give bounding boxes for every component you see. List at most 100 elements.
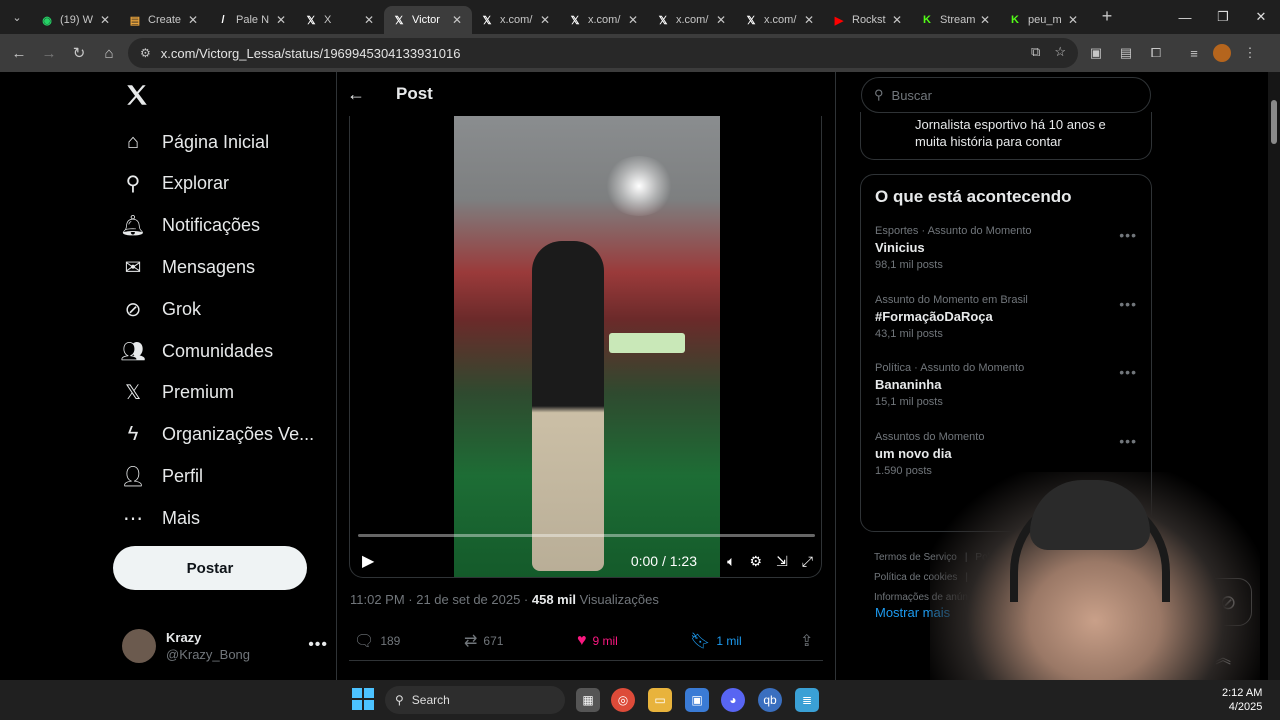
scrollbar-thumb[interactable] — [1271, 100, 1277, 144]
close-tab-icon[interactable]: ✕ — [538, 13, 552, 27]
x-logo-icon[interactable] — [124, 82, 150, 108]
chrome-icon[interactable]: ◎ — [611, 688, 635, 712]
trend-name: um novo dia — [875, 445, 952, 461]
more-dots-icon[interactable]: ••• — [1119, 433, 1137, 449]
nav-item-person[interactable]: 👤︎ Perfil — [120, 456, 203, 496]
views-label: Visualizações — [575, 592, 659, 607]
post-button[interactable]: Postar — [113, 546, 307, 590]
back-arrow-icon[interactable]: ← — [347, 84, 387, 105]
file-explorer-icon[interactable]: ▭ — [648, 688, 672, 712]
home-button-icon[interactable]: ⌂ — [94, 38, 124, 68]
windows-start-icon[interactable] — [352, 688, 374, 710]
nav-item-lightning[interactable]: ϟ Organizações Ve... — [120, 415, 314, 455]
nav-item-label: Perfil — [162, 465, 204, 486]
more-dots-icon[interactable]: ••• — [308, 636, 328, 654]
browser-tab[interactable]: K Stream ✕ — [912, 6, 1000, 34]
browser-tab[interactable]: 𝕏x.com/ ✕ — [736, 6, 824, 34]
settings-gear-icon[interactable]: ⚙ — [750, 553, 763, 570]
close-window-icon[interactable]: ✕ — [1242, 0, 1280, 34]
browser-tab[interactable]: 𝕏x.com/ ✕ — [472, 6, 560, 34]
more-dots-icon[interactable]: ••• — [1119, 364, 1137, 380]
nav-item-bell[interactable]: 🔔︎ Notificações — [120, 206, 260, 246]
extension-icon[interactable]: ▣ — [1085, 42, 1107, 64]
close-tab-icon[interactable]: ✕ — [1066, 13, 1080, 27]
nav-item-grok[interactable]: ⊘ Grok — [120, 289, 201, 329]
browser-tab[interactable]: / Pale N ✕ — [208, 6, 296, 34]
discord-icon[interactable]: ◕ — [721, 688, 745, 712]
profile-avatar[interactable] — [1213, 44, 1231, 62]
post-timestamp[interactable]: 11:02 PM · 21 de set de 2025 · — [350, 592, 532, 607]
site-info-icon[interactable]: ⚙ — [140, 46, 151, 60]
video-player[interactable]: ▶ 0:00 / 1:23 🔈︎ ⚙ ⇲ ⤢ — [349, 116, 822, 578]
browser-tab[interactable]: ▶ Rockst ✕ — [824, 6, 912, 34]
browser-tab[interactable]: 𝕏x.com/ ✕ — [560, 6, 648, 34]
task-view-icon[interactable]: ▦ — [576, 688, 600, 712]
nav-item-label: Grok — [162, 298, 202, 319]
reload-icon[interactable]: ↻ — [64, 38, 94, 68]
media-control-icon[interactable]: ≡ — [1183, 42, 1205, 64]
close-tab-icon[interactable]: ✕ — [450, 13, 464, 27]
browser-tab[interactable]: 𝕏 X ✕ — [296, 6, 384, 34]
doc-icon: ▤ — [129, 14, 141, 27]
close-tab-icon[interactable]: ✕ — [274, 13, 288, 27]
repost-button[interactable]: ⇄ 671 — [464, 631, 503, 651]
close-tab-icon[interactable]: ✕ — [186, 13, 200, 27]
tab-search-chevron-icon[interactable]: ⌄ — [6, 6, 28, 28]
reply-button[interactable]: 🗨︎ 189 — [354, 631, 400, 651]
bookmark-button[interactable]: 🔖︎ 1 mil — [690, 631, 742, 651]
menu-kebab-icon[interactable]: ⋮ — [1239, 42, 1261, 64]
more-dots-icon[interactable]: ••• — [1119, 296, 1137, 312]
browser-tab[interactable]: ▤ Create ✕ — [120, 6, 208, 34]
nav-item-label: Notificações — [162, 215, 261, 236]
popout-icon[interactable]: ⇲ — [776, 553, 788, 570]
close-tab-icon[interactable]: ✕ — [978, 13, 992, 27]
like-button[interactable]: ♥ 9 mil — [577, 632, 618, 650]
browser-tab[interactable]: 𝕏 Victor ✕ — [384, 6, 472, 34]
address-bar[interactable]: ⚙ x.com/Victorg_Lessa/status/19699453041… — [128, 38, 1078, 68]
nav-item-more-circle[interactable]: ⋯ Mais — [120, 498, 200, 538]
system-clock[interactable]: 2:12 AM 4/2025 — [1222, 686, 1262, 714]
share-button[interactable]: ⇪ — [800, 631, 813, 651]
search-input[interactable]: ⚲ Buscar — [861, 77, 1151, 113]
store-icon[interactable]: ▣ — [685, 688, 709, 712]
close-tab-icon[interactable]: ✕ — [802, 13, 816, 27]
close-tab-icon[interactable]: ✕ — [626, 13, 640, 27]
trend-item[interactable]: Assunto do Momento em Brasil #FormaçãoDaR… — [875, 294, 1137, 340]
nav-item-x-premium[interactable]: 𝕏 Premium — [120, 373, 234, 413]
browser-tab[interactable]: 𝕏x.com/ ✕ — [648, 6, 736, 34]
new-tab-button[interactable]: + — [1096, 6, 1118, 28]
more-dots-icon[interactable]: ••• — [1119, 227, 1137, 243]
close-tab-icon[interactable]: ✕ — [890, 13, 904, 27]
extension-icon[interactable]: ▤ — [1115, 42, 1137, 64]
fullscreen-icon[interactable]: ⤢ — [802, 553, 813, 570]
restore-icon[interactable]: ❐ — [1204, 0, 1242, 34]
nav-item-home[interactable]: ⌂ Página Inicial — [120, 122, 269, 162]
account-switcher[interactable]: Krazy @Krazy_Bong ••• — [122, 624, 328, 668]
trend-item[interactable]: Assuntos do Momento um novo dia 1.590 post… — [875, 431, 1137, 477]
nav-item-search[interactable]: ⚲ Explorar — [120, 164, 229, 204]
close-tab-icon[interactable]: ✕ — [362, 13, 376, 27]
trend-item[interactable]: Política · Assunto do Momento Bananinha 15… — [875, 362, 1137, 408]
install-app-icon[interactable]: ⧉ — [1031, 44, 1040, 60]
notepad-icon[interactable]: ≣ — [795, 688, 819, 712]
close-tab-icon[interactable]: ✕ — [98, 13, 112, 27]
nav-item-communities[interactable]: 👥︎ Comunidades — [120, 331, 273, 371]
kick-icon: K — [923, 14, 931, 26]
forward-arrow-icon[interactable]: → — [34, 38, 64, 68]
close-tab-icon[interactable]: ✕ — [714, 13, 728, 27]
video-progress-bar[interactable] — [358, 534, 815, 537]
puzzle-icon[interactable]: ⧠ — [1145, 42, 1167, 64]
minimize-icon[interactable]: — — [1166, 0, 1204, 34]
qbittorrent-icon[interactable]: qb — [758, 688, 782, 712]
trend-item[interactable]: Esportes · Assunto do Momento Vinicius 98,… — [875, 225, 1137, 271]
profile-bio-card[interactable]: Jornalista esportivo há 10 anos e muita … — [860, 112, 1152, 160]
nav-item-mail[interactable]: ✉ Mensagens — [120, 247, 255, 287]
bookmark-star-icon[interactable]: ☆ — [1054, 44, 1066, 60]
browser-tab[interactable]: ◉ (19) W ✕ — [32, 6, 120, 34]
page-scrollbar[interactable] — [1268, 72, 1280, 680]
back-arrow-icon[interactable]: ← — [4, 38, 34, 68]
volume-icon[interactable]: 🔈︎ — [727, 553, 735, 570]
play-icon[interactable]: ▶ — [362, 551, 374, 571]
taskbar-search[interactable]: ⚲ Search — [385, 686, 565, 714]
browser-tab[interactable]: Kpeu_m ✕ — [1000, 6, 1088, 34]
